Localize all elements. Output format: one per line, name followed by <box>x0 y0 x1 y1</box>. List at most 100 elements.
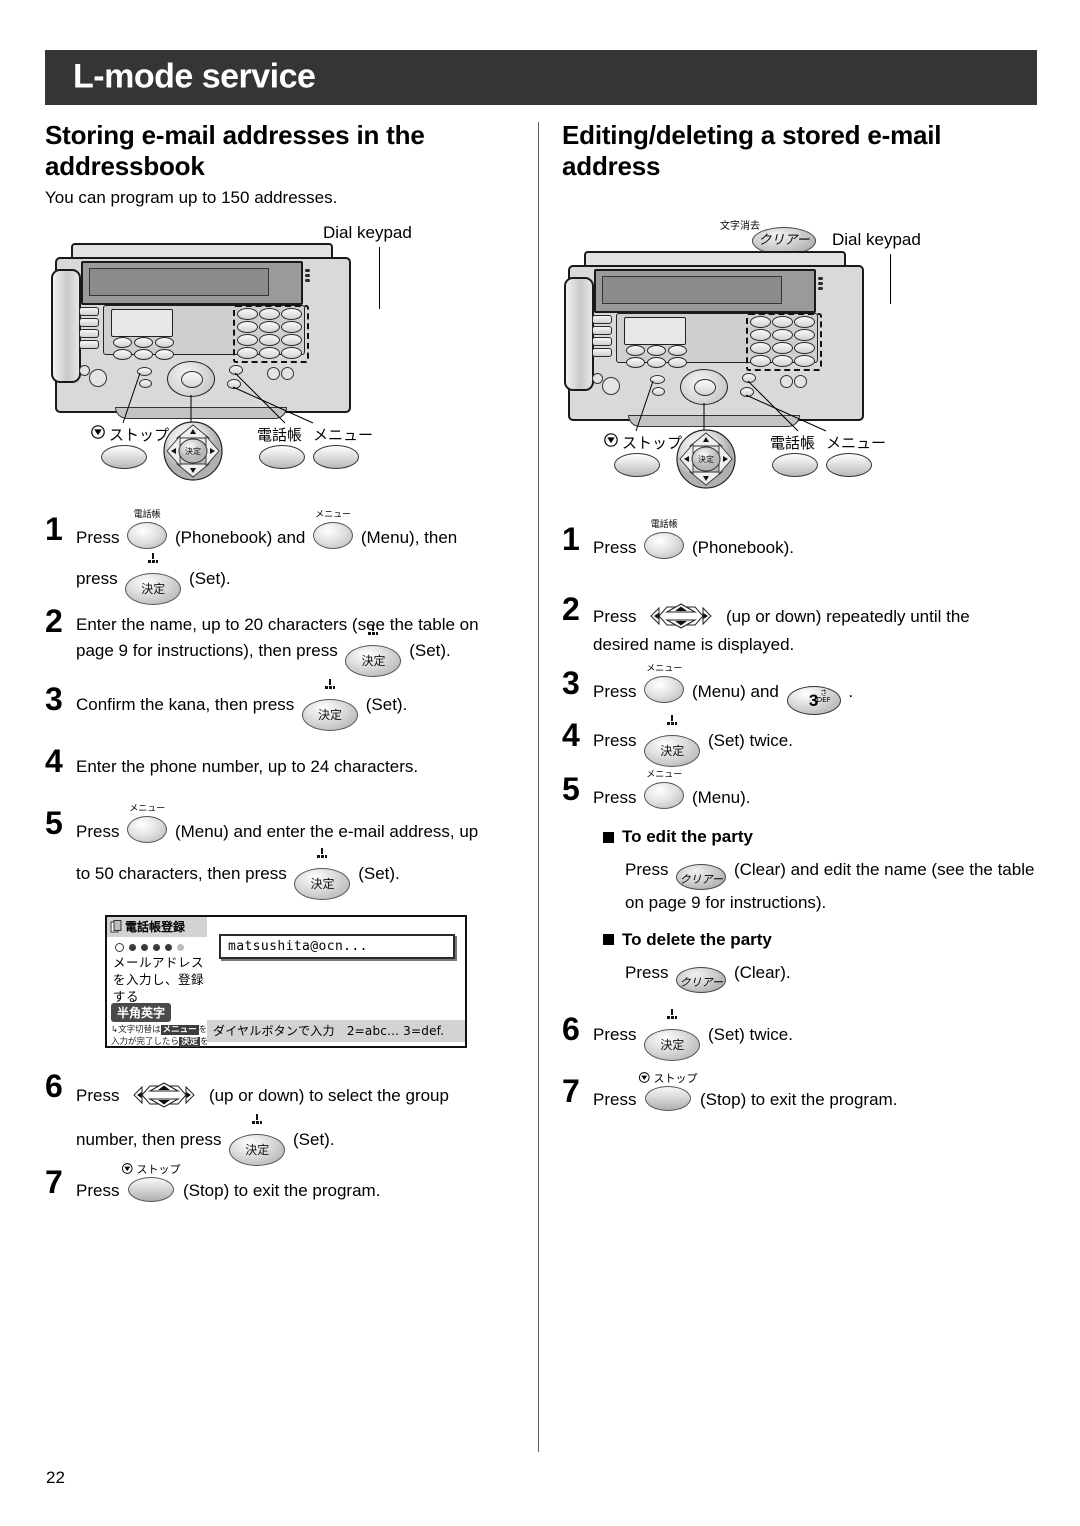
left-step-7: 7 Press ストップ (Stop) to exit the program. <box>45 1163 515 1226</box>
fax-indicator <box>89 368 107 387</box>
step-text: desired name is displayed. <box>593 635 795 655</box>
legend-stop-button <box>101 444 147 469</box>
set-key-label: 決定 <box>310 876 335 891</box>
dial-key-3-illustration: 3 さ DEF <box>786 686 841 716</box>
step-text: Press <box>76 1086 120 1106</box>
step-text: (Set) twice. <box>707 731 793 751</box>
step-text: (Clear). <box>733 962 791 982</box>
fax-navigator-pad <box>167 360 215 397</box>
legend-phonebook-button <box>772 453 818 478</box>
step-text: Press <box>76 822 120 842</box>
step-text: (Menu). <box>691 788 751 808</box>
edit-party-heading-row: To edit the party <box>603 827 1040 847</box>
delete-party-heading-row: To delete the party <box>603 930 1040 950</box>
fax-display-glass <box>602 276 782 305</box>
lcd-progress-dots <box>115 943 184 953</box>
lcd-dot <box>141 944 148 952</box>
svg-text:決定: 決定 <box>698 454 714 464</box>
fax-phonebook-button <box>229 364 243 375</box>
step-text: (Menu), then <box>360 527 458 547</box>
left-step-3: 3 Confirm the kana, then press 決定 (Set). <box>45 679 515 745</box>
stop-key-caption: ストップ <box>639 1071 697 1088</box>
edit-party-body: Press クリアー (Clear) and edit the name (se… <box>625 857 1040 916</box>
navigator-tick-icon <box>252 1114 263 1125</box>
step-text: (Set) twice. <box>707 1024 793 1044</box>
fax-function-key <box>592 326 612 336</box>
stop-key: ストップ <box>122 1163 180 1204</box>
step-text: (Set). <box>409 640 451 660</box>
fax-speaker-dots <box>818 277 823 292</box>
bullet-square-icon <box>603 831 614 843</box>
lcd-dot <box>177 944 184 952</box>
fax-base <box>115 406 287 419</box>
fax-function-key <box>79 306 99 316</box>
navigator-tick-icon <box>317 847 328 858</box>
step-number: 2 <box>45 603 63 640</box>
fax-speaker-dots <box>305 268 310 284</box>
clear-key-label: クリアー <box>679 975 723 989</box>
clear-key: クリアー <box>676 966 727 993</box>
step-number: 7 <box>562 1072 580 1109</box>
menu-key: メニュー <box>124 804 170 845</box>
step-text: Press <box>593 1024 637 1044</box>
set-key-label: 決定 <box>245 1143 270 1158</box>
fax-panel-key <box>155 336 174 348</box>
right-step-3: 3 Press メニュー (Menu) and 3 さ DEF . <box>562 664 1040 719</box>
navigator-tick-icon <box>667 1008 678 1019</box>
right-step-2: 2 Press (up or down) repeatedly until th… <box>562 593 1040 667</box>
dial-keypad-leader <box>379 246 380 309</box>
menu-key-caption: メニュー <box>646 770 683 781</box>
step-text: (Menu) and enter the e-mail address, up <box>174 822 479 842</box>
step-text: (Set). <box>365 695 408 715</box>
left-section-title: Storing e-mail addresses in the addressb… <box>45 120 425 181</box>
lcd-dot <box>165 944 172 952</box>
left-step-1: 1 Press 電話帳 (Phonebook) and メニュー (Menu),… <box>45 510 515 606</box>
up-down-arrows-icon <box>650 603 712 629</box>
step-number: 3 <box>45 681 63 718</box>
right-step-7: 7 Press ストップ (Stop) to exit the program. <box>562 1072 1040 1135</box>
step-number: 6 <box>562 1010 580 1047</box>
left-column: Storing e-mail addresses in the addressb… <box>45 120 515 1226</box>
stop-icon <box>122 1163 133 1174</box>
right-step-5: 5 Press メニュー (Menu). <box>562 770 1040 817</box>
step-text: Press <box>593 682 637 702</box>
legend-menu-label: メニュー <box>313 425 374 444</box>
fax-indicator <box>281 366 294 380</box>
step-text: Press <box>593 538 637 558</box>
fax-machine-illustration <box>51 242 355 433</box>
dial-keypad-leader <box>890 254 891 305</box>
lcd-email-input: matsushita@ocn... <box>219 934 455 960</box>
step-text: (Stop) to exit the program. <box>699 1089 898 1109</box>
lcd-dot <box>153 944 160 952</box>
left-section-intro: You can program up to 150 addresses. <box>45 188 338 208</box>
dial-key-6 <box>281 320 302 333</box>
lcd-message: メールアドレスを入力し、登録する <box>113 955 205 1004</box>
lcd-dot <box>129 944 136 952</box>
right-column: Editing/deleting a stored e-mail address… <box>562 120 1040 1135</box>
step-text: (up or down) repeatedly until the <box>725 607 970 627</box>
dial-key-7 <box>237 333 258 346</box>
fax-function-key <box>79 328 99 338</box>
legend-stop-label: ストップ <box>109 425 170 444</box>
left-figure-legend: ストップ 決定 電話帳 メニュー <box>45 420 515 483</box>
lcd-input-mode-badge: 半角英字 <box>111 1003 172 1023</box>
dial-key-0 <box>259 346 280 359</box>
set-key: 決定 <box>122 553 184 606</box>
page-number: 22 <box>46 1468 65 1487</box>
page-header-bar: L-mode service <box>45 50 1037 105</box>
dial-key-1 <box>237 307 258 320</box>
dial-keypad-label: Dial keypad <box>832 230 921 250</box>
left-step-6: 6 Press (up or down) to select the group… <box>45 1070 515 1167</box>
step-number: 3 <box>562 665 580 702</box>
step-text: (Phonebook). <box>691 538 795 558</box>
fax-function-key <box>592 315 612 325</box>
phonebook-key: 電話帳 <box>124 510 170 551</box>
manual-page: L-mode service Storing e-mail addresses … <box>0 0 1080 1526</box>
fax-handset <box>51 268 81 383</box>
clear-key-label: クリアー <box>758 233 810 249</box>
dial-key-9 <box>281 333 302 346</box>
left-fax-figure: Dial keypad ストップ 決定 電話帳 メニュー <box>45 223 515 491</box>
legend-navigator: 決定 <box>676 429 736 489</box>
navigator-tick-icon <box>368 624 379 635</box>
book-icon <box>110 920 122 933</box>
